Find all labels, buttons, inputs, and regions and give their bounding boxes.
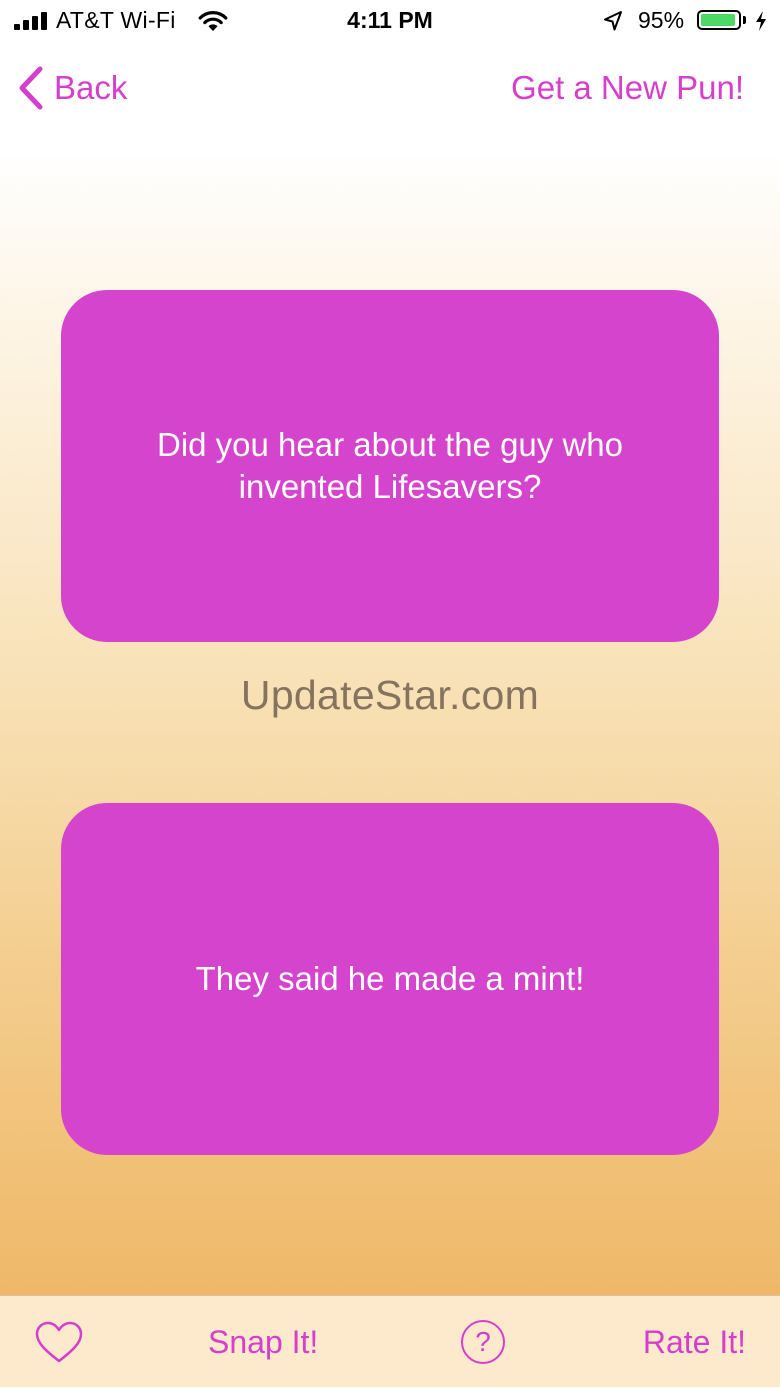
pun-answer-text: They said he made a mint! (195, 960, 585, 997)
pun-question-text: Did you hear about the guy who invented … (157, 426, 623, 505)
battery-icon (697, 10, 741, 30)
watermark: UpdateStar.com (240, 672, 540, 718)
pun-question-card[interactable]: Did you hear about the guy who invented … (61, 290, 719, 642)
pun-answer-card[interactable]: They said he made a mint! (61, 803, 719, 1155)
battery-cap (743, 16, 746, 24)
chevron-left-icon (19, 66, 43, 110)
back-label: Back (54, 69, 128, 106)
favorite-button[interactable] (34, 1296, 84, 1388)
help-icon: ? (461, 1320, 505, 1364)
help-button[interactable]: ? (461, 1296, 505, 1388)
rate-it-button[interactable]: Rate It! (643, 1296, 746, 1388)
location-arrow-icon (604, 11, 622, 31)
status-bar: AT&T Wi-Fi 4:11 PM 95% (0, 0, 780, 44)
bottom-toolbar: Snap It! ? Rate It! (0, 1295, 780, 1387)
battery-level-fill (701, 14, 736, 26)
get-new-pun-button[interactable]: Get a New Pun! (511, 62, 744, 114)
heart-icon (35, 1321, 83, 1363)
battery-percent: 95% (638, 7, 685, 33)
back-button[interactable]: Back (16, 62, 127, 114)
snap-it-button[interactable]: Snap It! (208, 1296, 318, 1388)
charging-bolt-icon (756, 11, 766, 31)
